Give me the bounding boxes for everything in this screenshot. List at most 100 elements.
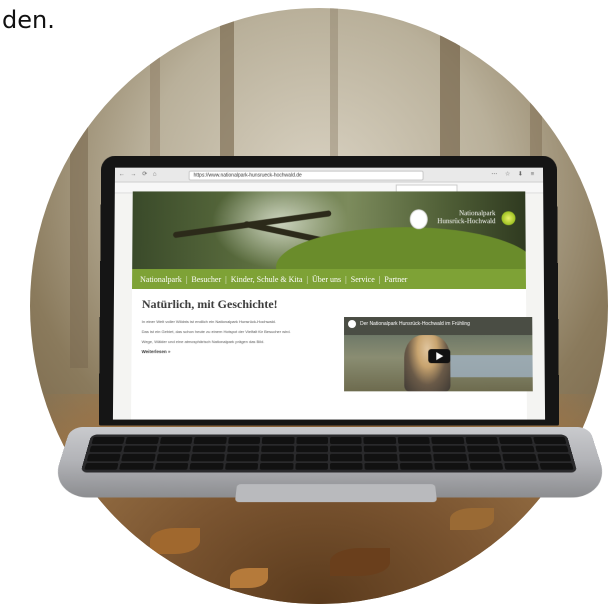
video-water bbox=[442, 355, 533, 378]
key bbox=[536, 453, 572, 461]
play-icon[interactable] bbox=[428, 349, 451, 364]
key bbox=[158, 445, 192, 453]
keyboard bbox=[80, 434, 578, 473]
nav-item-nationalpark[interactable]: Nationalpark bbox=[140, 275, 182, 284]
key bbox=[532, 436, 567, 444]
logo-line-1: Nationalpark bbox=[459, 209, 496, 218]
nav-item-ueber-uns[interactable]: Über uns bbox=[312, 275, 341, 284]
key bbox=[156, 453, 191, 461]
key bbox=[295, 445, 328, 453]
nav-item-service[interactable]: Service bbox=[351, 275, 375, 284]
display: ← → ⟳ ⌂ https://www.nationalpark-hunsrue… bbox=[112, 167, 546, 420]
key bbox=[154, 462, 189, 470]
key bbox=[294, 462, 328, 470]
key bbox=[84, 462, 120, 470]
leaf-decoration bbox=[330, 548, 390, 576]
eagle-emblem-icon bbox=[409, 209, 428, 230]
leaf-decoration bbox=[450, 508, 494, 530]
key bbox=[261, 436, 295, 444]
website: Nationalpark Hunsrück-Hochwald Nationalp… bbox=[131, 191, 533, 420]
video-person bbox=[404, 335, 451, 392]
nav-separator: | bbox=[378, 274, 381, 284]
key bbox=[193, 436, 227, 444]
main-navigation: Nationalpark | Besucher | Kinder, Schule… bbox=[132, 269, 526, 290]
key bbox=[398, 453, 433, 461]
leaf-decoration bbox=[150, 528, 200, 554]
key bbox=[260, 453, 294, 461]
logo-text: Nationalpark Hunsrück-Hochwald bbox=[432, 209, 496, 226]
sun-icon bbox=[501, 211, 516, 226]
key bbox=[119, 462, 154, 470]
main-content: Natürlich, mit Geschichte! In einer Welt… bbox=[132, 289, 533, 392]
key bbox=[224, 462, 259, 470]
nav-item-besucher[interactable]: Besucher bbox=[191, 275, 221, 284]
key bbox=[465, 436, 499, 444]
key bbox=[295, 453, 328, 461]
key bbox=[364, 445, 397, 453]
key bbox=[538, 462, 574, 470]
paragraph: Das ist ein Gebiet, das schon heute zu e… bbox=[141, 329, 291, 335]
key bbox=[399, 462, 434, 470]
nav-separator: | bbox=[345, 274, 347, 284]
paragraph: Wege, Wälder und eine atmosphärisch Nati… bbox=[141, 339, 265, 345]
key bbox=[329, 436, 363, 444]
key bbox=[504, 462, 539, 470]
key bbox=[433, 453, 467, 461]
nav-separator: | bbox=[306, 274, 309, 284]
key bbox=[398, 445, 432, 453]
read-more-link[interactable]: Weiterlesen » bbox=[142, 349, 341, 355]
key bbox=[397, 436, 431, 444]
channel-icon bbox=[348, 320, 357, 329]
key bbox=[86, 453, 122, 461]
key bbox=[466, 445, 500, 453]
key bbox=[467, 453, 502, 461]
key bbox=[227, 436, 261, 444]
trackpad bbox=[234, 484, 438, 503]
key bbox=[121, 453, 156, 461]
laptop-screen: ← → ⟳ ⌂ https://www.nationalpark-hunsrue… bbox=[98, 155, 560, 426]
key bbox=[434, 462, 469, 470]
key bbox=[91, 436, 126, 444]
logo[interactable]: Nationalpark Hunsrück-Hochwald bbox=[409, 207, 520, 247]
key bbox=[329, 462, 364, 470]
hero-banner: Nationalpark Hunsrück-Hochwald bbox=[132, 191, 526, 270]
key bbox=[259, 462, 294, 470]
leaf-decoration bbox=[230, 568, 268, 588]
key bbox=[364, 453, 398, 461]
key bbox=[431, 436, 465, 444]
key bbox=[329, 445, 363, 453]
key bbox=[502, 453, 537, 461]
nav-separator: | bbox=[185, 274, 188, 284]
key bbox=[329, 453, 363, 461]
key bbox=[261, 445, 294, 453]
browser-toolbar: ← → ⟳ ⌂ https://www.nationalpark-hunsrue… bbox=[114, 167, 544, 183]
url-bar[interactable]: https://www.nationalpark-hunsrueck-hochw… bbox=[188, 170, 424, 181]
key bbox=[123, 445, 158, 453]
key bbox=[226, 445, 260, 453]
video-player[interactable]: Der Nationalpark Hunsrück-Hochwald im Fr… bbox=[344, 317, 533, 392]
page-headline: Natürlich, mit Geschichte! bbox=[141, 296, 278, 312]
key bbox=[159, 436, 193, 444]
browser-nav-icons[interactable]: ← → ⟳ ⌂ bbox=[119, 171, 159, 178]
nav-item-kinder[interactable]: Kinder, Schule & Kita bbox=[231, 275, 303, 284]
key bbox=[125, 436, 160, 444]
key bbox=[295, 436, 329, 444]
logo-line-2: Hunsrück-Hochwald bbox=[437, 217, 496, 226]
video-title: Der Nationalpark Hunsrück-Hochwald im Fr… bbox=[360, 321, 470, 328]
key bbox=[191, 453, 225, 461]
key bbox=[469, 462, 504, 470]
key bbox=[500, 445, 535, 453]
key bbox=[363, 436, 397, 444]
key bbox=[89, 445, 124, 453]
nav-separator: | bbox=[225, 274, 227, 284]
intro-text: In einer Welt voller Wildnis ist endlich… bbox=[142, 319, 341, 355]
key bbox=[432, 445, 466, 453]
key bbox=[225, 453, 260, 461]
key bbox=[364, 462, 399, 470]
key bbox=[189, 462, 224, 470]
browser-menu-icons[interactable]: ⋯ ☆ ⬇ ≡ bbox=[491, 171, 537, 178]
key bbox=[498, 436, 533, 444]
key bbox=[192, 445, 226, 453]
nav-item-partner[interactable]: Partner bbox=[384, 275, 407, 284]
key bbox=[534, 445, 569, 453]
